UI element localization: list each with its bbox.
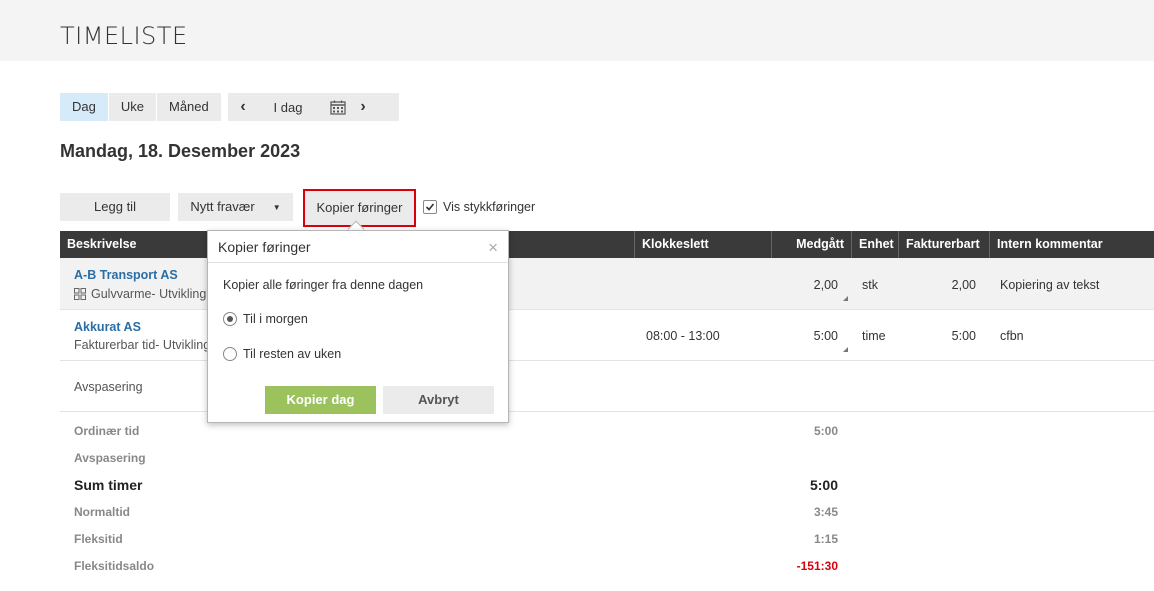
show-pieces-checkbox[interactable] [423,200,437,214]
popover-header: Kopier føringer × [208,231,508,263]
summary-flex-value: 1:15 [813,532,838,546]
resize-corner-icon [843,296,848,301]
row-comment[interactable]: cfbn [1000,329,1024,343]
row-billable[interactable]: 5:00 [952,329,976,343]
radio-tomorrow[interactable] [223,312,237,326]
summary-total-value: 5:00 [809,477,838,493]
col-internal-comment[interactable]: Intern kommentar [989,231,1154,258]
row-task: Gulvvarme- Utvikling [74,287,206,301]
summary-flex-balance-label: Fleksitidsaldo [74,559,155,573]
row-unit: time [862,329,886,343]
view-month-button[interactable]: Måned [156,93,222,121]
show-pieces-label: Vis stykkføringer [443,200,536,214]
option-tomorrow[interactable]: Til i morgen [223,312,308,326]
summary-flex-balance-value: -151:30 [796,559,838,573]
next-date-button[interactable]: › [348,98,378,116]
radio-selected-dot [227,316,233,322]
show-pieces-toggle[interactable]: Vis stykkføringer [423,200,535,214]
col-unit[interactable]: Enhet [851,231,898,258]
row-task: Fakturerbar tid- Utvikling [74,338,211,352]
summary-ordinary-label: Ordinær tid [74,424,140,438]
row-task-label: Gulvvarme- Utvikling [91,287,207,301]
cancel-button[interactable]: Avbryt [383,386,494,414]
row-time-range[interactable]: 08:00 - 13:00 [646,329,720,343]
today-button[interactable]: I dag [258,100,318,115]
summary-ordinary-value: 5:00 [813,424,838,438]
calendar-icon[interactable] [328,100,348,115]
page-header: TIMELISTE [0,0,1154,61]
row-leave-label: Avspasering [74,380,143,394]
summary-total-label: Sum timer [74,477,143,493]
add-entry-button[interactable]: Legg til [60,193,170,221]
resize-corner-icon [843,347,848,352]
check-icon [425,203,435,211]
copy-entries-button[interactable]: Kopier føringer [303,189,416,227]
row-billable[interactable]: 2,00 [952,278,976,292]
copy-entries-popover: Kopier føringer × Kopier alle føringer f… [207,230,509,423]
new-absence-label: Nytt fravær [190,199,255,214]
new-absence-button[interactable]: Nytt fravær ▼ [178,193,293,221]
radio-rest-of-week[interactable] [223,347,237,361]
timesheet-page: TIMELISTE Dag Uke Måned ‹ I dag › Mandag… [0,0,1154,591]
view-switch: Dag Uke Måned [60,93,222,121]
row-spent[interactable]: 5:00 [814,329,838,343]
row-unit: stk [862,278,878,292]
summary-normal-value: 3:45 [813,505,838,519]
summary-flex-label: Fleksitid [74,532,123,546]
selected-day-title: Mandag, 18. Desember 2023 [60,141,301,161]
prev-date-button[interactable]: ‹ [228,98,258,116]
view-day-button[interactable]: Dag [60,93,109,121]
row-company-link[interactable]: A-B Transport AS [74,268,178,282]
close-icon[interactable]: × [488,238,498,258]
caret-down-icon: ▼ [272,202,281,212]
summary-normal-label: Normaltid [74,505,131,519]
option-rest-of-week[interactable]: Til resten av uken [223,347,341,361]
col-spent[interactable]: Medgått [771,231,851,258]
row-company-link[interactable]: Akkurat AS [74,320,141,334]
copy-day-button[interactable]: Kopier dag [265,386,376,414]
page-title: TIMELISTE [60,22,188,50]
summary-leave-label: Avspasering [74,451,146,465]
popover-description: Kopier alle føringer fra denne dagen [223,278,424,292]
piece-grid-icon [74,288,86,300]
date-navigator: ‹ I dag › [228,93,399,121]
col-clock[interactable]: Klokkeslett [634,231,771,258]
row-comment[interactable]: Kopiering av tekst [1000,278,1099,292]
popover-title: Kopier føringer [218,239,311,255]
col-billable[interactable]: Fakturerbart [898,231,989,258]
view-week-button[interactable]: Uke [108,93,157,121]
option-tomorrow-label: Til i morgen [243,312,308,326]
row-spent[interactable]: 2,00 [814,278,838,292]
option-rest-of-week-label: Til resten av uken [243,347,342,361]
